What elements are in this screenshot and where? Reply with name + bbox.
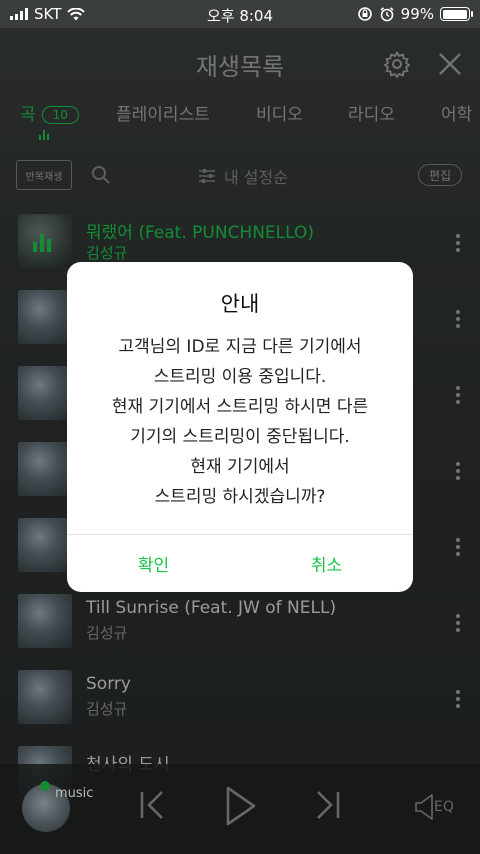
status-bar: SKT 오후 8:04 99% [0,0,480,28]
dialog-message-line: 고객님의 ID로 지금 다른 기기에서 [118,337,362,357]
dialog-title: 안내 [220,292,260,316]
dialog-message-line: 기기의 스트리밍이 중단됩니다. [130,427,350,447]
battery-percent: 99% [400,5,434,23]
notice-dialog: 안내 고객님의 ID로 지금 다른 기기에서 스트리밍 이용 중입니다. 현재 … [67,262,413,592]
alarm-icon [380,7,394,22]
dialog-message-line: 현재 기기에서 스트리밍 하시면 다른 [111,397,369,417]
dialog-message-line: 현재 기기에서 [190,457,290,477]
dialog-message-line: 스트리밍 이용 중입니다. [153,367,327,387]
carrier-label: SKT [34,5,62,23]
cancel-button[interactable]: 취소 [240,535,413,592]
wifi-icon [67,7,86,20]
confirm-button[interactable]: 확인 [67,535,240,592]
rotation-lock-icon [357,7,372,21]
battery-icon [440,7,473,21]
signal-icon [10,8,28,20]
dialog-message-line: 스트리밍 하시겠습니까? [154,487,326,507]
dialog-message: 고객님의 ID로 지금 다른 기기에서 스트리밍 이용 중입니다. 현재 기기에… [67,332,413,512]
